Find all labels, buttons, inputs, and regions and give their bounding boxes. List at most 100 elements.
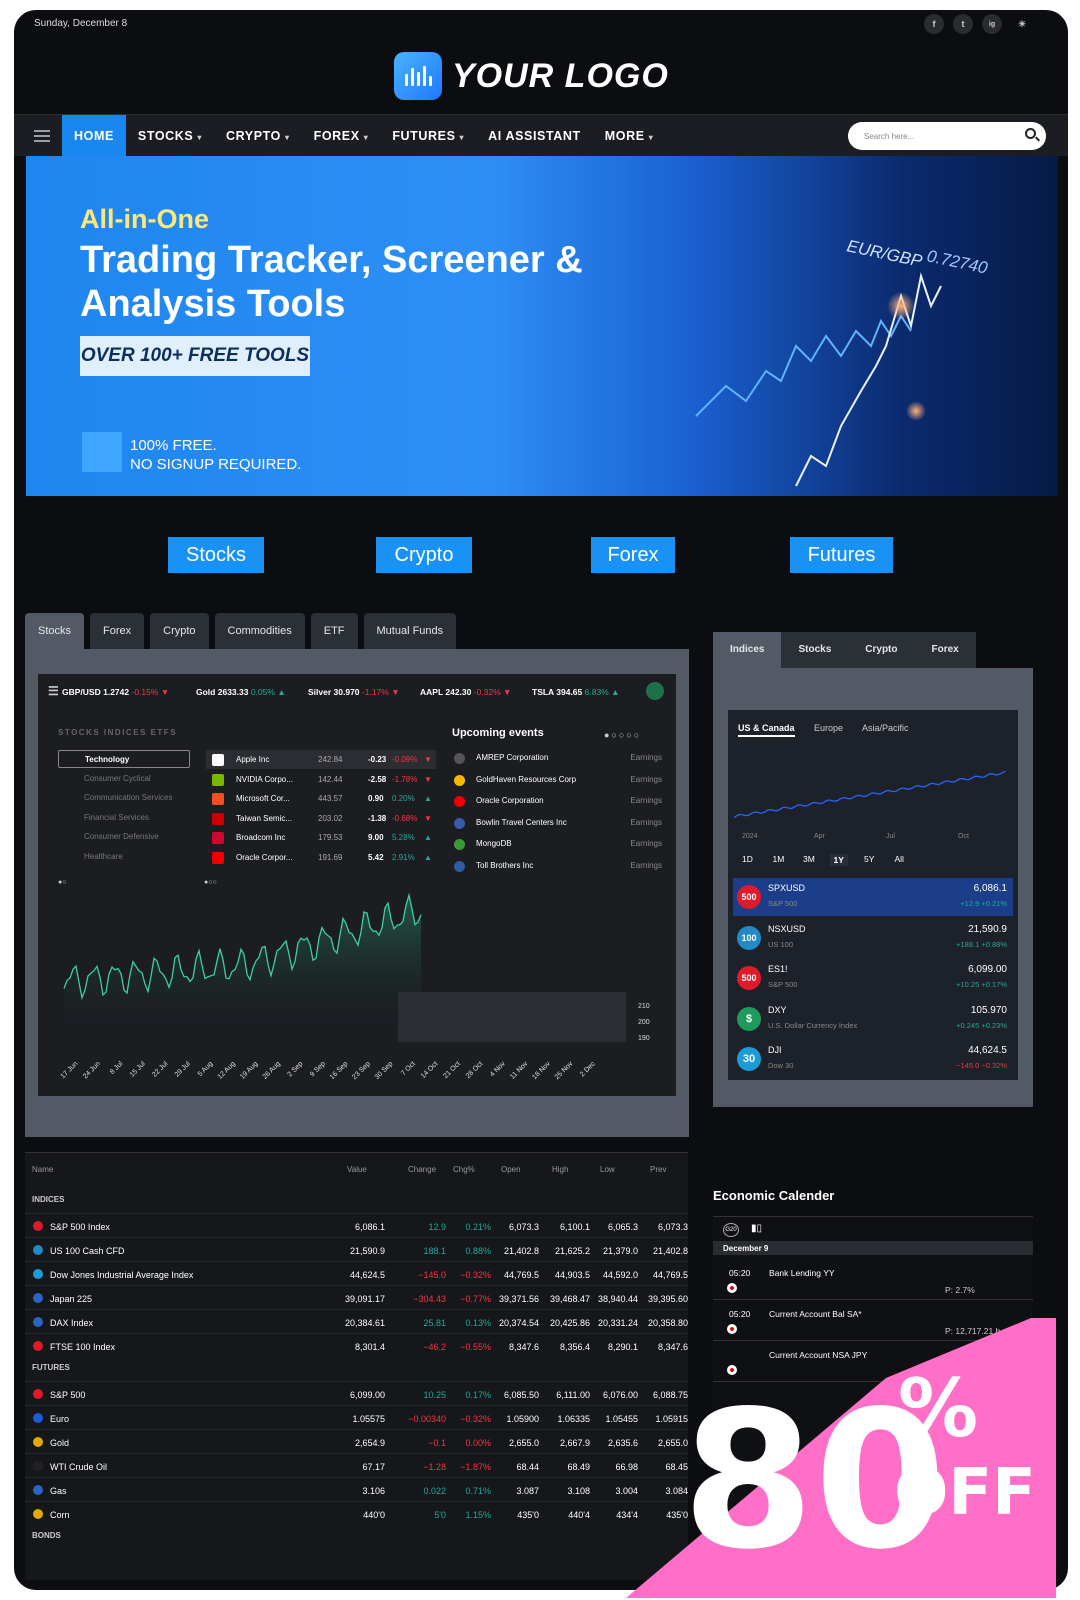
nav-item-more[interactable]: MORE ▾ <box>593 115 666 157</box>
search-input[interactable]: Search here... <box>848 122 1046 150</box>
event-logo-icon <box>454 860 465 872</box>
table-row[interactable]: S&P 500 6,099.00 10.25 0.17% 6,085.50 6,111.0… <box>25 1381 688 1405</box>
site-logo[interactable]: YOUR LOGO <box>394 52 669 100</box>
sector-item[interactable]: Consumer Defensive <box>58 828 190 846</box>
stats-icon[interactable]: ▮▯ <box>751 1223 762 1234</box>
event-type: Earnings <box>630 839 662 848</box>
tab-forex[interactable]: Forex <box>90 613 145 649</box>
category-crypto-button[interactable]: Crypto <box>376 537 472 573</box>
sector-item[interactable]: Financial Services <box>58 809 190 827</box>
event-row[interactable]: MongoDB Earnings <box>452 834 662 854</box>
hero-badge[interactable]: OVER 100+ FREE TOOLS <box>80 336 310 376</box>
index-row[interactable]: 500 ES1! S&P 500 6,099.00 +10.25 +0.17% <box>733 959 1013 997</box>
sector-item[interactable]: Consumer Cyclical <box>58 770 190 788</box>
stock-row[interactable]: Microsoft Cor... 443.57 0.90 0.20% ▲ <box>206 789 436 808</box>
table-row[interactable]: FTSE 100 Index 8,301.4 −46.2 −0.55% 8,347.6 8… <box>25 1333 688 1357</box>
instrument-icon <box>33 1461 43 1471</box>
table-row[interactable]: Euro 1.05575 −0.00340 −0.32% 1.05900 1.06335 1… <box>25 1405 688 1429</box>
column-header[interactable]: High <box>552 1165 568 1174</box>
event-row[interactable]: GoldHaven Resources Corp Earnings <box>452 770 662 790</box>
stock-row[interactable]: Apple Inc 242.84 -0.23 -0.09% ▼ <box>206 750 436 769</box>
company-logo-icon <box>212 812 224 825</box>
x-tick-label: 2 Dec <box>579 1060 597 1078</box>
column-header[interactable]: Chg% <box>453 1165 475 1174</box>
facebook-icon[interactable]: f <box>924 14 944 34</box>
column-header[interactable]: Low <box>600 1165 615 1174</box>
nav-item-label: FUTURES <box>392 129 456 143</box>
stock-row[interactable]: Taiwan Semic... 203.02 -1.38 -0.68% ▼ <box>206 809 436 828</box>
tab-stocks[interactable]: Stocks <box>25 613 85 649</box>
instrument-icon <box>33 1221 43 1231</box>
nav-item-forex[interactable]: FOREX ▾ <box>302 115 381 157</box>
tab-mutual-funds[interactable]: Mutual Funds <box>363 613 457 649</box>
event-row[interactable]: Oracle Corporation Earnings <box>452 791 662 811</box>
region-tab[interactable]: US & Canada <box>738 723 795 737</box>
stock-row[interactable]: Oracle Corpor... 191.69 5.42 2.91% ▲ <box>206 848 436 867</box>
nav-item-crypto[interactable]: CRYPTO ▾ <box>214 115 302 157</box>
tab-etf[interactable]: ETF <box>310 613 358 649</box>
cell-high: 8,356.4 <box>559 1342 590 1352</box>
table-row[interactable]: DAX Index 20,384.61 25.81 0.13% 20,374.54 20,… <box>25 1309 688 1333</box>
promo-badge[interactable]: 80 % OFF <box>626 1318 1056 1598</box>
table-row[interactable]: Corn 440'0 5'0 1.15% 435'0 440'4 434'4 435'0 <box>25 1501 688 1525</box>
index-symbol: DJI <box>768 1045 782 1055</box>
hero-banner[interactable]: EUR/GBP 0.72740 All-in-One Trading Track… <box>26 156 1058 496</box>
column-header[interactable]: Open <box>501 1165 521 1174</box>
range-button[interactable]: 3M <box>803 854 815 864</box>
stock-row[interactable]: NVIDIA Corpo... 142.44 -2.58 -1.78% ▼ <box>206 770 436 789</box>
nav-item-home[interactable]: HOME <box>62 115 126 157</box>
sector-item[interactable]: Communication Services <box>58 789 190 807</box>
table-row[interactable]: US 100 Cash CFD 21,590.9 188.1 0.88% 21,402.… <box>25 1237 688 1261</box>
tab-crypto[interactable]: Crypto <box>150 613 209 649</box>
table-row[interactable]: Gold 2,654.9 −0.1 0.00% 2,655.0 2,667.9 2,635.… <box>25 1429 688 1453</box>
tab-crypto[interactable]: Crypto <box>848 632 915 668</box>
tab-stocks[interactable]: Stocks <box>781 632 849 668</box>
range-button[interactable]: All <box>895 854 904 864</box>
stock-price: 203.02 <box>318 813 343 823</box>
region-tab[interactable]: Europe <box>814 723 843 733</box>
table-row[interactable]: WTI Crude Oil 67.17 −1.28 −1.87% 68.44 68.49 6… <box>25 1453 688 1477</box>
region-tab[interactable]: Asia/Pacific <box>862 723 909 733</box>
twitter-icon[interactable]: t <box>953 14 973 34</box>
event-row[interactable]: Bowlin Travel Centers Inc Earnings <box>452 813 662 833</box>
event-row[interactable]: AMREP Corporation Earnings <box>452 748 662 768</box>
index-row[interactable]: 100 NSXUSD US 100 21,590.9 +188.1 +0.88% <box>733 919 1013 957</box>
category-futures-button[interactable]: Futures <box>790 537 893 573</box>
index-row[interactable]: $ DXY U.S. Dollar Currency Index 105.970 +0.… <box>733 1000 1013 1038</box>
tab-forex[interactable]: Forex <box>914 632 976 668</box>
category-stocks-button[interactable]: Stocks <box>168 537 264 573</box>
column-header[interactable]: Change <box>408 1165 436 1174</box>
stock-row[interactable]: Broadcom Inc 179.53 9.00 5.28% ▲ <box>206 828 436 847</box>
g20-icon[interactable]: G20 <box>723 1223 739 1237</box>
calendar-row[interactable]: 05:20 Bank Lending YY P: 2.7% <box>713 1259 1033 1300</box>
range-button[interactable]: 5Y <box>864 854 874 864</box>
cell-change: 0.022 <box>423 1486 446 1496</box>
theme-toggle-icon[interactable]: ☀ <box>1012 14 1032 34</box>
range-button[interactable]: 1D <box>742 854 753 864</box>
table-row[interactable]: Gas 3.106 0.022 0.71% 3.087 3.108 3.004 3.084 <box>25 1477 688 1501</box>
hamburger-icon[interactable] <box>34 130 50 145</box>
nav-item-futures[interactable]: FUTURES ▾ <box>380 115 476 157</box>
instagram-icon[interactable]: ig <box>982 14 1002 34</box>
range-button[interactable]: 1M <box>773 854 785 864</box>
range-button[interactable]: 1Y <box>829 854 848 866</box>
index-row[interactable]: 30 DJI Dow 30 44,624.5 −145.0 −0.32% <box>733 1040 1013 1078</box>
tab-commodities[interactable]: Commodities <box>214 613 305 649</box>
sector-item[interactable]: Healthcare <box>58 848 190 866</box>
nav-item-ai-assistant[interactable]: AI ASSISTANT <box>476 115 593 157</box>
instrument-icon <box>33 1245 43 1255</box>
event-row[interactable]: Toll Brothers Inc Earnings <box>452 856 662 876</box>
search-icon[interactable] <box>1025 128 1036 139</box>
table-row[interactable]: Dow Jones Industrial Average Index 44,624… <box>25 1261 688 1285</box>
sector-item[interactable]: Technology <box>58 750 190 768</box>
tab-indices[interactable]: Indices <box>713 632 782 668</box>
category-forex-button[interactable]: Forex <box>591 537 675 573</box>
table-row[interactable]: S&P 500 Index 6,086.1 12.9 0.21% 6,073.3 6,10… <box>25 1213 688 1237</box>
table-row[interactable]: Japan 225 39,091.17 −304.43 −0.77% 39,371.56… <box>25 1285 688 1309</box>
index-row[interactable]: 500 SPXUSD S&P 500 6,086.1 +12.9 +0.21% <box>733 878 1013 916</box>
column-header[interactable]: Prev <box>650 1165 666 1174</box>
column-header[interactable]: Value <box>347 1165 367 1174</box>
nav-item-stocks[interactable]: STOCKS ▾ <box>126 115 214 157</box>
column-header[interactable]: Name <box>32 1165 53 1174</box>
performance-chart[interactable]: 17 Jun 24 Jun 8 Jul 15 Jul 22 Jul 29 Jul 5 Aug… <box>38 674 676 1096</box>
